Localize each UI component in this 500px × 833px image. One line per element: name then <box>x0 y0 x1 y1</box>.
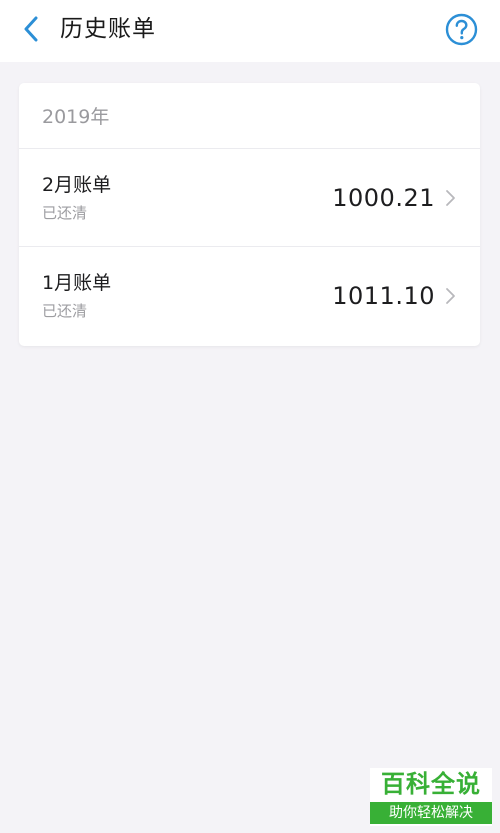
watermark-title: 百科全说 <box>381 770 481 798</box>
bill-row-feb[interactable]: 2月账单 已还清 1000.21 <box>19 149 480 247</box>
year-section-header: 2019年 <box>19 83 480 149</box>
back-button[interactable] <box>14 12 48 46</box>
chevron-left-icon <box>24 16 38 42</box>
question-circle-icon <box>445 13 478 46</box>
watermark-subtitle: 助你轻松解决 <box>370 802 492 824</box>
chevron-right-icon <box>446 189 455 206</box>
history-bills-screen: 历史账单 2019年 2月账单 已还清 1000.21 1月账单 已还清 101… <box>0 0 500 833</box>
help-button[interactable] <box>445 13 478 46</box>
bill-status: 已还清 <box>42 203 88 222</box>
chevron-right-icon <box>446 288 455 304</box>
bill-info: 2月账单 已还清 <box>42 172 111 224</box>
bill-month-label: 2月账单 <box>42 173 112 196</box>
bill-amount-group: 1011.10 <box>332 282 457 310</box>
bill-month-label: 1月账单 <box>42 272 112 294</box>
bill-info: 1月账单 已还清 <box>42 270 111 322</box>
bills-card: 2019年 2月账单 已还清 1000.21 1月账单 已还清 1011.10 <box>19 83 480 346</box>
year-label: 2019年 <box>42 106 110 128</box>
watermark-logo: 百科全说 助你轻松解决 <box>370 768 492 826</box>
bill-amount-group: 1000.21 <box>332 184 457 212</box>
bill-amount: 1011.10 <box>332 282 435 310</box>
bill-amount: 1000.21 <box>332 183 435 212</box>
bill-status: 已还清 <box>42 302 88 320</box>
nav-header: 历史账单 <box>0 0 500 62</box>
bill-row-jan[interactable]: 1月账单 已还清 1011.10 <box>19 247 480 345</box>
page-title: 历史账单 <box>60 16 156 42</box>
